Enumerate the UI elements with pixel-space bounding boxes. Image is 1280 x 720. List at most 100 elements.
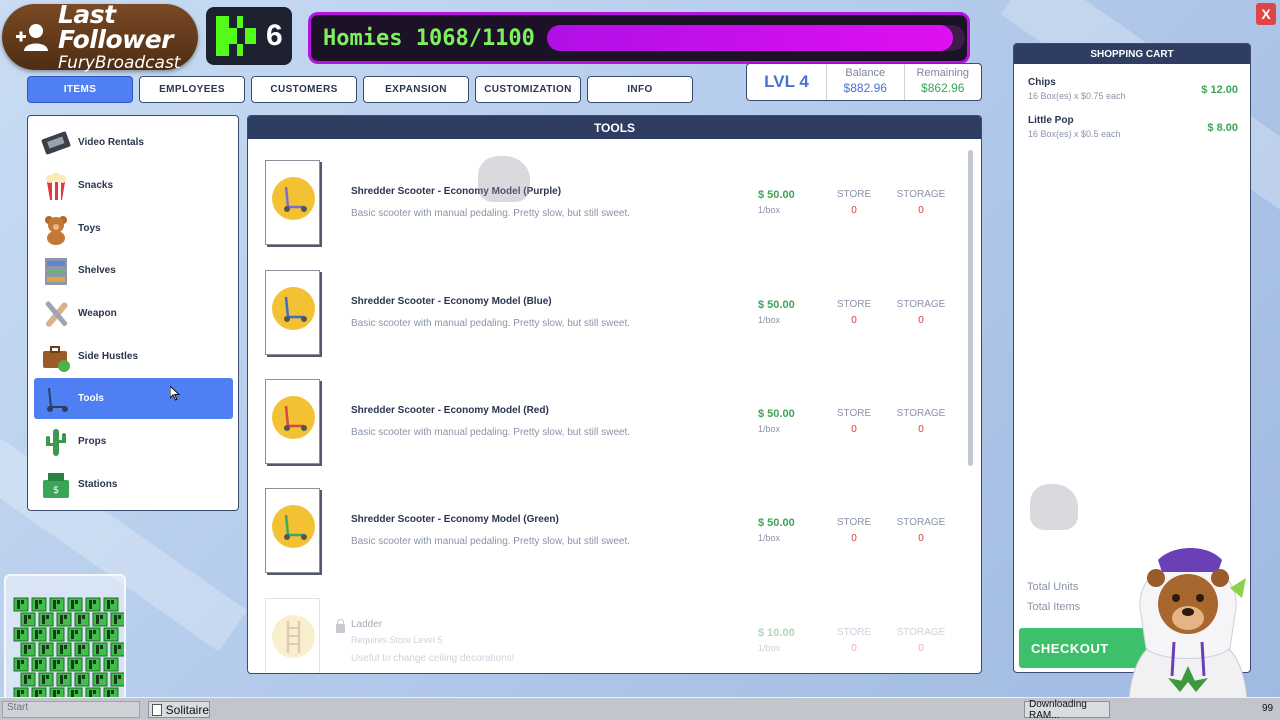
category-weapon[interactable]: Weapon — [34, 293, 233, 334]
total-units-label: Total Units — [1027, 581, 1079, 593]
tab-expansion[interactable]: EXPANSION — [363, 76, 469, 103]
kick-counter: 6 — [206, 7, 292, 65]
popcorn-icon — [40, 170, 72, 202]
category-label: Weapon — [78, 308, 117, 319]
category-tools[interactable]: Tools — [34, 378, 233, 419]
product-price: $ 50.00 — [758, 517, 795, 529]
taskbar-clock: 99 — [1262, 703, 1274, 714]
product-description: Basic scooter with manual pedaling. Pret… — [351, 536, 631, 547]
scooter-icon — [284, 296, 307, 322]
mouse-cursor-icon — [170, 386, 181, 401]
tools-panel: TOOLS Shredder Scooter - Economy Model (… — [247, 115, 982, 674]
category-label: Video Rentals — [78, 137, 144, 148]
cart-item[interactable]: Little Pop 16 Box(es) x $0.5 each $ 8.00 — [1028, 115, 1238, 139]
product-image — [265, 598, 320, 673]
tab-employees[interactable]: EMPLOYEES — [139, 76, 245, 103]
store-count: 0 — [851, 533, 857, 544]
storage-count: 0 — [918, 205, 924, 216]
category-label: Side Hustles — [78, 351, 139, 362]
lock-icon — [336, 619, 345, 633]
store-label: STORE — [836, 517, 872, 528]
product-price: $ 50.00 — [758, 189, 795, 201]
category-label: Tools — [78, 393, 104, 404]
product-description: Basic scooter with manual pedaling. Pret… — [351, 208, 631, 219]
product-description: Useful to change ceiling decorations! — [351, 653, 515, 664]
storage-count: 0 — [918, 424, 924, 435]
start-button[interactable]: Start — [2, 701, 140, 718]
product-description: Basic scooter with manual pedaling. Pret… — [351, 427, 631, 438]
storage-count: 0 — [918, 643, 924, 654]
category-video-rentals[interactable]: Video Rentals — [34, 122, 233, 163]
teddy-bear-icon — [40, 213, 72, 245]
product-row[interactable]: Shredder Scooter - Economy Model (Green)… — [264, 488, 954, 574]
tools-scrollbar[interactable] — [968, 150, 973, 466]
store-count: 0 — [851, 643, 857, 654]
bat-icon — [40, 298, 72, 330]
tab-items[interactable]: ITEMS — [27, 76, 133, 103]
taskbar-download[interactable]: Downloading RAM... — [1024, 699, 1110, 720]
store-level: LVL 4 — [747, 64, 827, 100]
total-items-label: Total Items — [1027, 601, 1081, 613]
category-toys[interactable]: Toys — [34, 208, 233, 249]
category-label: Shelves — [78, 265, 116, 276]
balance-label: Balance — [845, 67, 886, 79]
tab-customers[interactable]: CUSTOMERS — [251, 76, 357, 103]
kick-coin-jar — [4, 574, 126, 702]
homies-label: Homies 1068/1100 — [323, 25, 535, 51]
storage-label: STORAGE — [896, 189, 946, 200]
product-name: Shredder Scooter - Economy Model (Blue) — [351, 296, 552, 307]
homies-progress-track — [546, 25, 965, 51]
homies-goal-bar: Homies 1068/1100 — [308, 12, 970, 64]
category-props[interactable]: Props — [34, 421, 233, 462]
follower-name: FuryBroadcast — [58, 53, 181, 73]
solitaire-icon — [152, 703, 162, 716]
product-price: $ 50.00 — [758, 408, 795, 420]
product-row[interactable]: Shredder Scooter - Economy Model (Purple… — [264, 160, 954, 246]
storage-count: 0 — [918, 315, 924, 326]
ladder-icon — [286, 621, 301, 653]
store-count: 0 — [851, 424, 857, 435]
ghost-figure — [1030, 484, 1078, 530]
storage-label: STORAGE — [896, 299, 946, 310]
kick-coins-icon — [13, 597, 124, 700]
follower-title: Last Follower — [58, 0, 174, 54]
product-unit: 1/box — [758, 533, 781, 543]
cart-header: SHOPPING CART — [1014, 44, 1250, 64]
product-row-locked: Ladder Requires Store Level 5 Useful to … — [264, 598, 954, 673]
storage-count: 0 — [918, 533, 924, 544]
product-name: Ladder — [351, 619, 383, 630]
svg-text:$: $ — [53, 485, 59, 496]
shelves-icon — [40, 255, 72, 287]
solitaire-label: Solitaire — [165, 702, 209, 717]
scooter-icon — [284, 186, 307, 212]
scooter-icon — [284, 514, 307, 540]
balance-value: $882.96 — [843, 81, 887, 95]
product-unit: 1/box — [758, 643, 781, 653]
taskbar: Start Solitaire Downloading RAM... 99 — [0, 697, 1280, 720]
category-label: Props — [78, 436, 107, 447]
product-price: $ 50.00 — [758, 299, 795, 311]
ghost-figure — [478, 156, 530, 202]
close-button[interactable]: X — [1256, 3, 1276, 25]
scooter-icon — [284, 405, 307, 431]
tab-info[interactable]: INFO — [587, 76, 693, 103]
cart-item-price: $ 12.00 — [1201, 84, 1238, 96]
category-shelves[interactable]: Shelves — [34, 250, 233, 291]
category-snacks[interactable]: Snacks — [34, 165, 233, 206]
category-side-hustles[interactable]: Side Hustles — [34, 336, 233, 377]
cart-item[interactable]: Chips 16 Box(es) x $0.75 each $ 12.00 — [1028, 77, 1238, 101]
category-stations[interactable]: $ Stations — [34, 464, 233, 505]
product-name: Shredder Scooter - Economy Model (Green) — [351, 514, 559, 525]
storage-label: STORAGE — [896, 517, 946, 528]
storage-label: STORAGE — [896, 408, 946, 419]
category-label: Stations — [78, 479, 118, 490]
product-row[interactable]: Shredder Scooter - Economy Model (Red) B… — [264, 379, 954, 465]
taskbar-solitaire[interactable]: Solitaire — [148, 701, 210, 718]
product-price: $ 10.00 — [758, 627, 795, 639]
bear-mascot-icon — [1127, 548, 1249, 720]
tab-customization[interactable]: CUSTOMIZATION — [475, 76, 581, 103]
product-unit: 1/box — [758, 315, 781, 325]
store-label: STORE — [836, 627, 872, 638]
product-row[interactable]: Shredder Scooter - Economy Model (Blue) … — [264, 270, 954, 356]
product-description: Basic scooter with manual pedaling. Pret… — [351, 318, 631, 329]
